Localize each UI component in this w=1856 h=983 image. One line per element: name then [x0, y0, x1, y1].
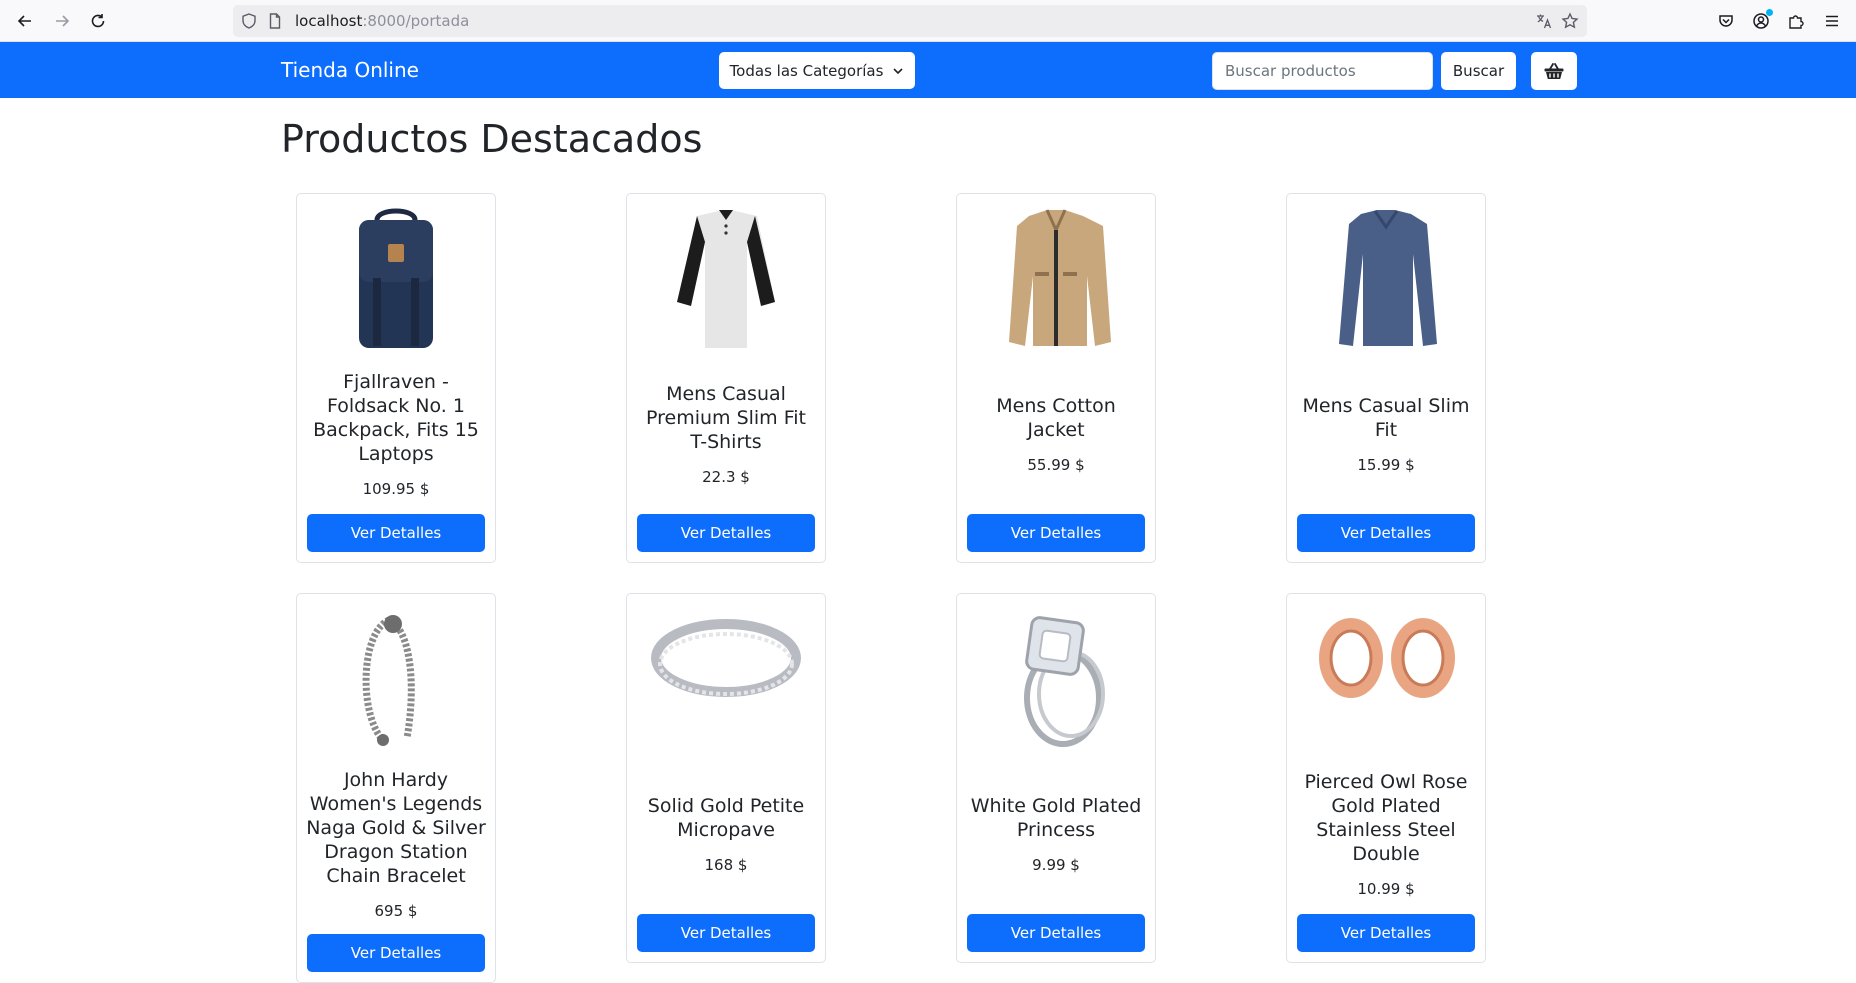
cart-button[interactable]: [1531, 52, 1577, 90]
product-name: Pierced Owl Rose Gold Plated Stainless S…: [1304, 771, 1468, 865]
forward-arrow-icon[interactable]: [50, 9, 74, 33]
jacket-image[interactable]: [971, 202, 1141, 354]
back-arrow-icon[interactable]: [13, 9, 37, 33]
product-price: 22.3 $: [702, 468, 750, 486]
view-details-button[interactable]: Ver Detalles: [637, 914, 815, 952]
product-price: 109.95 $: [362, 480, 430, 498]
view-details-button[interactable]: Ver Detalles: [967, 914, 1145, 952]
product-name: Mens Casual Premium Slim Fit T-Shirts: [645, 383, 807, 453]
notification-dot: [1766, 9, 1773, 16]
tshirt-image[interactable]: [641, 202, 811, 354]
product-name: Mens Cotton Jacket: [996, 395, 1116, 441]
category-dropdown[interactable]: Todas las Categorías: [719, 52, 915, 89]
product-price: 10.99 $: [1357, 880, 1415, 898]
chevron-down-icon: [893, 67, 903, 74]
browser-toolbar: localhost:8000/portada: [0, 0, 1856, 42]
product-price: 695 $: [374, 902, 418, 920]
product-price: 9.99 $: [1032, 856, 1080, 874]
page-title: Productos Destacados: [281, 117, 703, 161]
product-price: 15.99 $: [1357, 456, 1415, 474]
category-dropdown-label: Todas las Categorías: [729, 61, 884, 80]
product-card: Mens Casual Slim Fit 15.99 $ Ver Detalle…: [1286, 193, 1486, 563]
shield-icon[interactable]: [240, 12, 258, 30]
brand-link[interactable]: Tienda Online: [281, 42, 419, 98]
reload-icon[interactable]: [86, 9, 110, 33]
product-card: White Gold Plated Princess 9.99 $ Ver De…: [956, 593, 1156, 963]
bookmark-star-icon[interactable]: [1561, 12, 1579, 30]
product-price: 55.99 $: [1027, 456, 1085, 474]
product-name: Mens Casual Slim Fit: [1302, 395, 1470, 441]
product-card: Solid Gold Petite Micropave 168 $ Ver De…: [626, 593, 826, 963]
search-input[interactable]: [1212, 52, 1433, 90]
view-details-button[interactable]: Ver Detalles: [967, 514, 1145, 552]
menu-icon[interactable]: [1820, 9, 1844, 33]
ring-image[interactable]: [641, 602, 811, 754]
view-details-button[interactable]: Ver Detalles: [307, 934, 485, 972]
page-icon[interactable]: [266, 12, 284, 30]
product-name: John Hardy Women's Legends Naga Gold & S…: [306, 769, 486, 887]
tunnel-earrings-image[interactable]: [1301, 602, 1471, 754]
bracelet-image[interactable]: [311, 602, 481, 754]
product-name: Fjallraven - Foldsack No. 1 Backpack, Fi…: [313, 371, 479, 465]
url-text[interactable]: localhost:8000/portada: [295, 5, 469, 37]
product-name: White Gold Plated Princess: [970, 795, 1142, 841]
account-icon[interactable]: [1749, 9, 1773, 33]
basket-icon: [1544, 63, 1564, 79]
view-details-button[interactable]: Ver Detalles: [1297, 914, 1475, 952]
backpack-image[interactable]: [311, 202, 481, 354]
product-card: Pierced Owl Rose Gold Plated Stainless S…: [1286, 593, 1486, 963]
product-card: John Hardy Women's Legends Naga Gold & S…: [296, 593, 496, 983]
product-price: 168 $: [704, 856, 748, 874]
navbar: Tienda Online Todas las Categorías Busca…: [0, 42, 1856, 98]
product-name: Solid Gold Petite Micropave: [647, 795, 805, 841]
product-card: Mens Casual Premium Slim Fit T-Shirts 22…: [626, 193, 826, 563]
search-button[interactable]: Buscar: [1441, 52, 1516, 90]
address-bar[interactable]: localhost:8000/portada: [233, 5, 1587, 37]
view-details-button[interactable]: Ver Detalles: [1297, 514, 1475, 552]
pocket-icon[interactable]: [1714, 9, 1738, 33]
translate-icon[interactable]: [1535, 12, 1553, 30]
product-card: Fjallraven - Foldsack No. 1 Backpack, Fi…: [296, 193, 496, 563]
extensions-icon[interactable]: [1784, 9, 1808, 33]
diamond-ring-image[interactable]: [971, 602, 1141, 754]
view-details-button[interactable]: Ver Detalles: [637, 514, 815, 552]
product-card: Mens Cotton Jacket 55.99 $ Ver Detalles: [956, 193, 1156, 563]
view-details-button[interactable]: Ver Detalles: [307, 514, 485, 552]
sweater-image[interactable]: [1301, 202, 1471, 354]
